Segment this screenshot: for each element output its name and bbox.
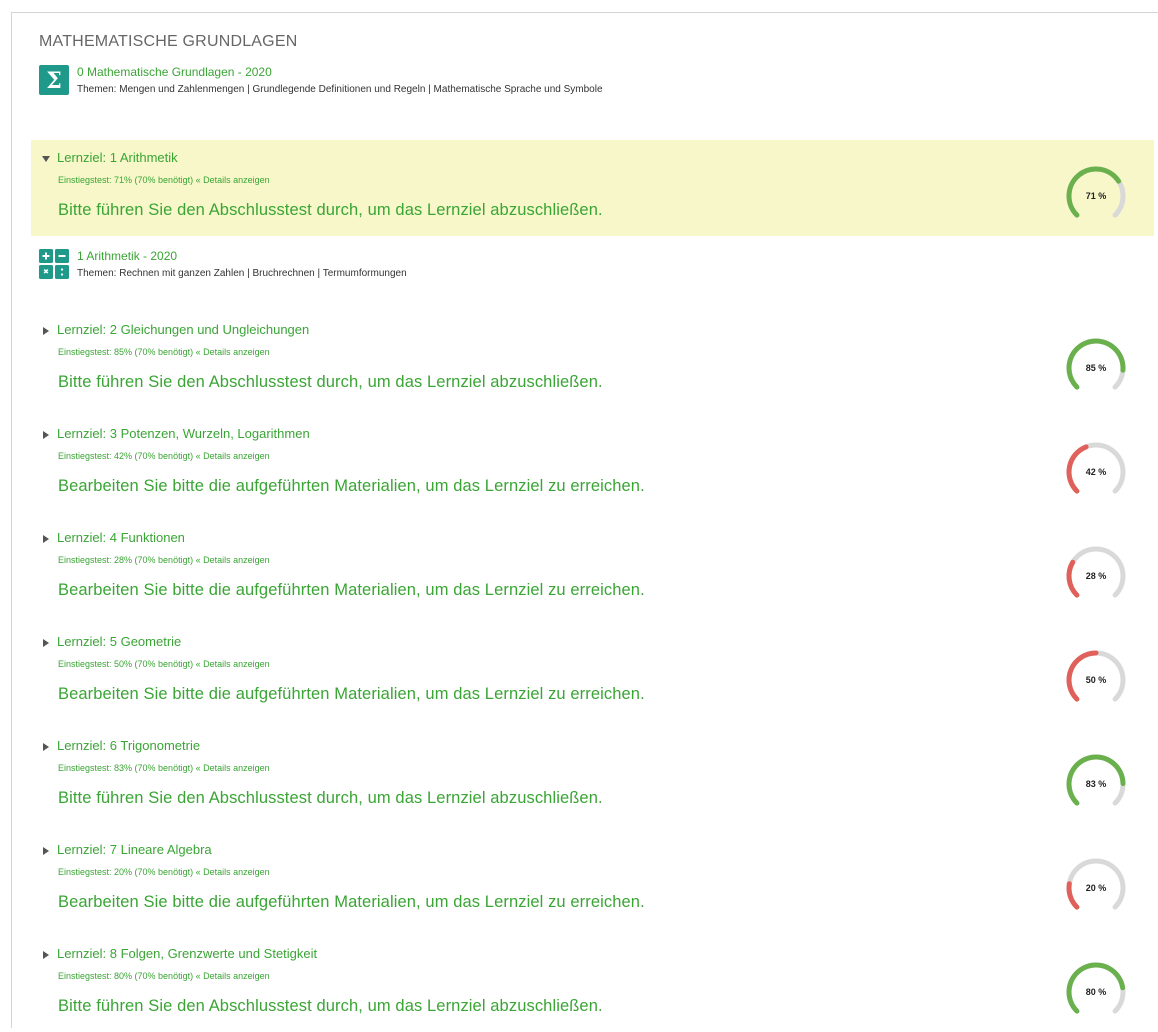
goal-title[interactable]: Lernziel: 5 Geometrie — [57, 634, 181, 649]
gauge-percent-label: 85 % — [1086, 363, 1107, 373]
sigma-icon: Σ — [39, 65, 69, 95]
details-link[interactable]: « Details anzeigen — [196, 347, 270, 357]
details-link[interactable]: « Details anzeigen — [196, 763, 270, 773]
progress-gauge: 20 % — [1066, 858, 1126, 910]
caret-right-icon[interactable] — [41, 950, 51, 960]
caret-down-icon[interactable] — [41, 154, 51, 164]
entry-test-result: Einstiegstest: 28% (70% benötigt) « Deta… — [58, 555, 270, 565]
goal-status-message: Bearbeiten Sie bitte die aufgeführten Ma… — [58, 893, 645, 911]
details-link[interactable]: « Details anzeigen — [196, 555, 270, 565]
progress-gauge: 42 % — [1066, 442, 1126, 494]
gauge-percent-label: 28 % — [1086, 571, 1107, 581]
goal-status-message: Bitte führen Sie den Abschlusstest durch… — [58, 789, 603, 807]
goal-title[interactable]: Lernziel: 3 Potenzen, Wurzeln, Logarithm… — [57, 426, 310, 441]
goal-status-message: Bearbeiten Sie bitte die aufgeführten Ma… — [58, 581, 645, 599]
goal-row: Lernziel: 4 Funktionen Einstiegstest: 28%… — [31, 520, 1154, 616]
goal-title[interactable]: Lernziel: 8 Folgen, Grenzwerte und Steti… — [57, 946, 317, 961]
details-link[interactable]: « Details anzeigen — [196, 175, 270, 185]
entry-test-score: Einstiegstest: 20% (70% benötigt) — [58, 867, 194, 877]
progress-gauge: 80 % — [1066, 962, 1126, 1014]
progress-gauge: 83 % — [1066, 754, 1126, 806]
caret-right-icon[interactable] — [41, 326, 51, 336]
entry-test-result: Einstiegstest: 50% (70% benötigt) « Deta… — [58, 659, 270, 669]
caret-right-icon[interactable] — [41, 534, 51, 544]
entry-test-score: Einstiegstest: 80% (70% benötigt) — [58, 971, 194, 981]
goal-status-message: Bitte führen Sie den Abschlusstest durch… — [58, 997, 603, 1015]
goal-status-message: Bearbeiten Sie bitte die aufgeführten Ma… — [58, 477, 645, 495]
entry-test-result: Einstiegstest: 20% (70% benötigt) « Deta… — [58, 867, 270, 877]
entry-test-result: Einstiegstest: 85% (70% benötigt) « Deta… — [58, 347, 270, 357]
goal-row: Lernziel: 5 Geometrie Einstiegstest: 50% … — [31, 624, 1154, 720]
progress-gauge: 71 % — [1066, 166, 1126, 218]
section-title: MATHEMATISCHE GRUNDLAGEN — [39, 33, 298, 50]
goal-row: Lernziel: 2 Gleichungen und Ungleichunge… — [31, 312, 1154, 408]
goal-status-message: Bitte führen Sie den Abschlusstest durch… — [58, 373, 603, 391]
goal-row: Lernziel: 7 Lineare Algebra Einstiegstest… — [31, 832, 1154, 928]
goal-status-message: Bearbeiten Sie bitte die aufgeführten Ma… — [58, 685, 645, 703]
gauge-fill — [1066, 559, 1080, 598]
gauge-percent-label: 80 % — [1086, 987, 1107, 997]
course-link[interactable]: 0 Mathematische Grundlagen - 2020 — [77, 65, 272, 79]
goal-title[interactable]: Lernziel: 4 Funktionen — [57, 530, 185, 545]
gauge-percent-label: 83 % — [1086, 779, 1107, 789]
goal-status-message: Bitte führen Sie den Abschlusstest durch… — [58, 201, 603, 219]
caret-right-icon[interactable] — [41, 742, 51, 752]
gauge-percent-label: 50 % — [1086, 675, 1107, 685]
goal-row: Lernziel: 1 Arithmetik Einstiegstest: 71%… — [31, 140, 1154, 236]
progress-gauge: 50 % — [1066, 650, 1126, 702]
course-topics: Themen: Mengen und Zahlenmengen | Grundl… — [77, 84, 603, 95]
goal-title[interactable]: Lernziel: 6 Trigonometrie — [57, 738, 200, 753]
entry-test-score: Einstiegstest: 85% (70% benötigt) — [58, 347, 194, 357]
entry-test-result: Einstiegstest: 42% (70% benötigt) « Deta… — [58, 451, 270, 461]
caret-right-icon[interactable] — [41, 638, 51, 648]
course-topics: Themen: Rechnen mit ganzen Zahlen | Bruc… — [77, 268, 407, 279]
course-link[interactable]: 1 Arithmetik - 2020 — [77, 249, 177, 263]
goal-title[interactable]: Lernziel: 2 Gleichungen und Ungleichunge… — [57, 322, 309, 337]
gauge-fill — [1066, 444, 1089, 494]
details-link[interactable]: « Details anzeigen — [196, 867, 270, 877]
progress-gauge: 85 % — [1066, 338, 1126, 390]
goal-row: Lernziel: 6 Trigonometrie Einstiegstest: … — [31, 728, 1154, 824]
goal-row: Lernziel: 3 Potenzen, Wurzeln, Logarithm… — [31, 416, 1154, 512]
gauge-percent-label: 20 % — [1086, 883, 1107, 893]
entry-test-score: Einstiegstest: 42% (70% benötigt) — [58, 451, 194, 461]
entry-test-score: Einstiegstest: 71% (70% benötigt) — [58, 175, 194, 185]
entry-test-result: Einstiegstest: 80% (70% benötigt) « Deta… — [58, 971, 270, 981]
gauge-percent-label: 71 % — [1086, 191, 1107, 201]
entry-test-result: Einstiegstest: 71% (70% benötigt) « Deta… — [58, 175, 270, 185]
caret-right-icon[interactable] — [41, 846, 51, 856]
entry-test-score: Einstiegstest: 83% (70% benötigt) — [58, 763, 194, 773]
entry-test-score: Einstiegstest: 50% (70% benötigt) — [58, 659, 194, 669]
details-link[interactable]: « Details anzeigen — [196, 971, 270, 981]
goal-title[interactable]: Lernziel: 1 Arithmetik — [57, 150, 178, 165]
progress-gauge: 28 % — [1066, 546, 1126, 598]
goal-title[interactable]: Lernziel: 7 Lineare Algebra — [57, 842, 212, 857]
goal-row: Lernziel: 8 Folgen, Grenzwerte und Steti… — [31, 936, 1154, 1032]
gauge-percent-label: 42 % — [1086, 467, 1107, 477]
arithmetic-operators-icon — [39, 249, 69, 279]
entry-test-result: Einstiegstest: 83% (70% benötigt) « Deta… — [58, 763, 270, 773]
entry-test-score: Einstiegstest: 28% (70% benötigt) — [58, 555, 194, 565]
svg-text:Σ: Σ — [46, 68, 62, 94]
gauge-fill — [1066, 881, 1080, 910]
details-link[interactable]: « Details anzeigen — [196, 451, 270, 461]
details-link[interactable]: « Details anzeigen — [196, 659, 270, 669]
caret-right-icon[interactable] — [41, 430, 51, 440]
